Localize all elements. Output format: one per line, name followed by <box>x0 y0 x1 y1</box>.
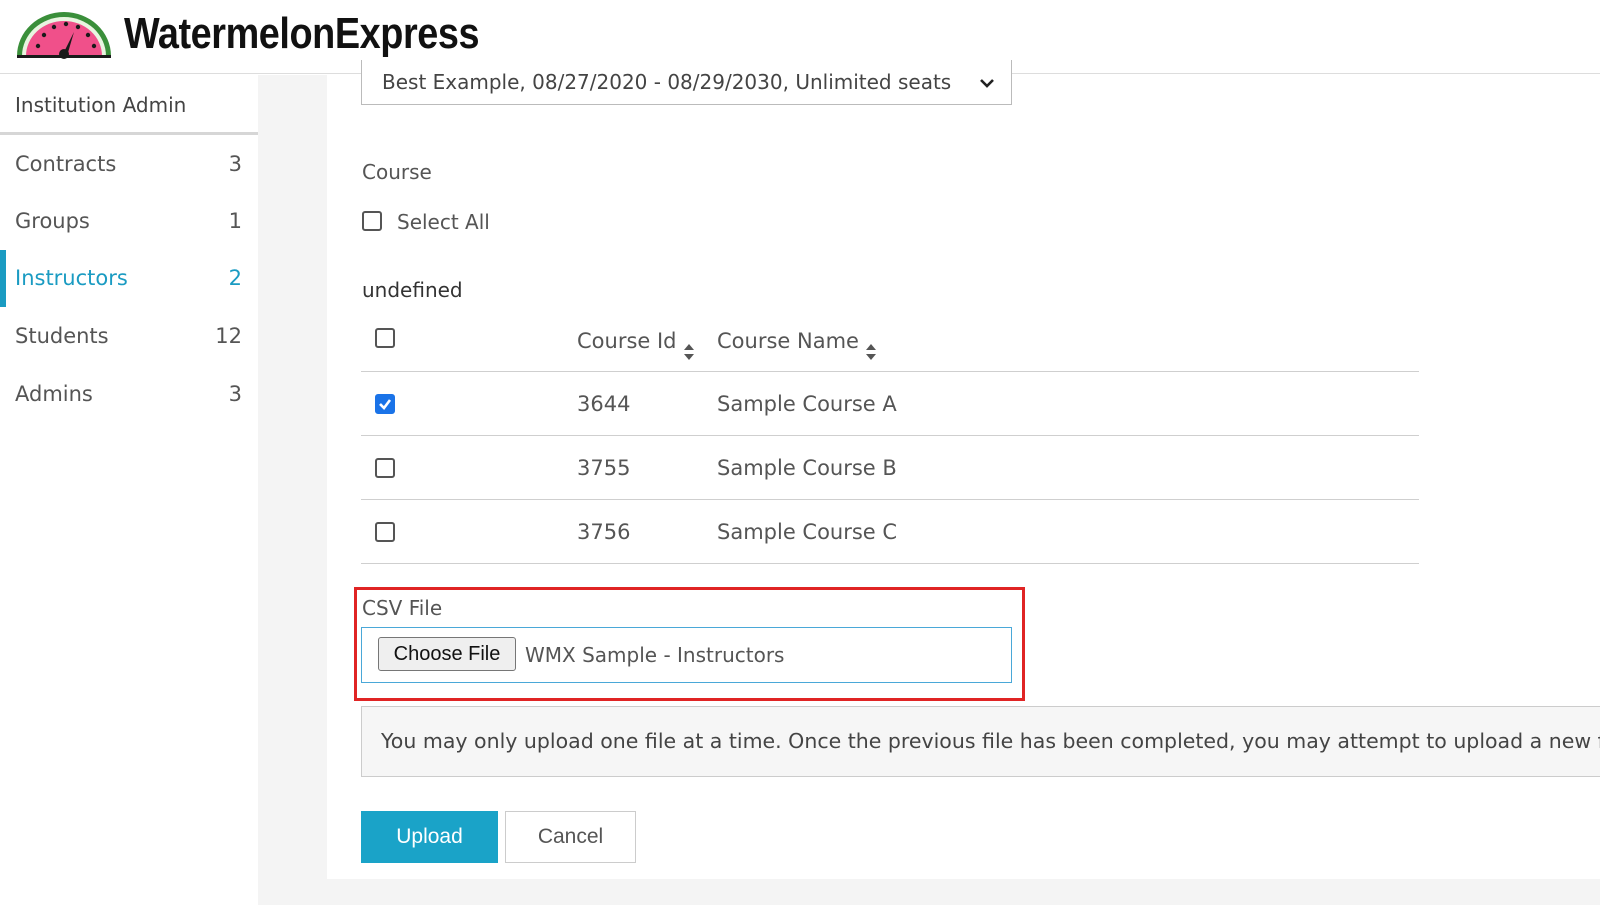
contract-select[interactable]: Best Example, 08/27/2020 - 08/29/2030, U… <box>361 60 1012 105</box>
contract-select-value: Best Example, 08/27/2020 - 08/29/2030, U… <box>382 70 952 94</box>
table-row: 3644 Sample Course A <box>361 373 1419 436</box>
course-label: Course <box>362 160 432 184</box>
course-table-header: Course Id Course Name <box>361 318 1419 372</box>
selected-file-name: WMX Sample - Instructors <box>525 643 785 667</box>
sidebar-item-label: Instructors <box>15 266 128 290</box>
sidebar-item-count: 2 <box>228 266 242 290</box>
sidebar-item-label: Contracts <box>15 152 117 176</box>
sidebar-title: Institution Admin <box>0 75 258 135</box>
course-id-cell: 3756 <box>577 520 631 544</box>
sidebar-item-students[interactable]: Students 12 <box>0 308 258 365</box>
column-header-course-name[interactable]: Course Name <box>717 318 877 372</box>
sidebar-item-contracts[interactable]: Contracts 3 <box>0 136 258 193</box>
watermelon-speedometer-icon[interactable] <box>14 8 114 60</box>
sidebar-item-label: Admins <box>15 382 93 406</box>
sidebar-item-label: Students <box>15 324 109 348</box>
csv-file-input[interactable]: Choose File WMX Sample - Instructors <box>361 627 1012 683</box>
sidebar-item-count: 3 <box>228 382 242 406</box>
column-header-label: Course Name <box>717 329 859 353</box>
table-row: 3756 Sample Course C <box>361 501 1419 564</box>
sidebar: Institution Admin Contracts 3 Groups 1 I… <box>0 75 258 905</box>
sort-icon <box>683 331 695 360</box>
sidebar-item-instructors[interactable]: Instructors 2 <box>0 250 258 307</box>
brand-name[interactable]: WatermelonExpress <box>124 4 480 64</box>
chevron-down-icon <box>977 64 997 88</box>
row-checkbox[interactable] <box>375 458 395 478</box>
upload-notice: You may only upload one file at a time. … <box>361 706 1600 777</box>
sidebar-item-label: Groups <box>15 209 90 233</box>
header-select-checkbox[interactable] <box>375 328 395 348</box>
column-header-course-id[interactable]: Course Id <box>577 318 695 372</box>
course-id-cell: 3644 <box>577 392 631 416</box>
sidebar-item-count: 3 <box>228 152 242 176</box>
course-id-cell: 3755 <box>577 456 631 480</box>
table-row: 3755 Sample Course B <box>361 437 1419 500</box>
select-all-checkbox[interactable] <box>362 211 382 231</box>
group-heading: undefined <box>362 278 463 302</box>
sort-icon <box>865 331 877 360</box>
sidebar-item-count: 1 <box>228 209 242 233</box>
column-header-label: Course Id <box>577 329 677 353</box>
sidebar-item-admins[interactable]: Admins 3 <box>0 366 258 423</box>
course-name-cell: Sample Course B <box>717 456 897 480</box>
row-checkbox[interactable] <box>375 522 395 542</box>
sidebar-item-groups[interactable]: Groups 1 <box>0 193 258 250</box>
sidebar-item-count: 12 <box>215 324 242 348</box>
csv-file-label: CSV File <box>362 596 443 620</box>
course-name-cell: Sample Course A <box>717 392 897 416</box>
cancel-button[interactable]: Cancel <box>505 811 636 863</box>
select-all-label[interactable]: Select All <box>397 210 490 234</box>
course-name-cell: Sample Course C <box>717 520 898 544</box>
upload-button[interactable]: Upload <box>361 811 498 863</box>
row-checkbox[interactable] <box>375 394 395 414</box>
choose-file-button[interactable]: Choose File <box>378 637 516 671</box>
